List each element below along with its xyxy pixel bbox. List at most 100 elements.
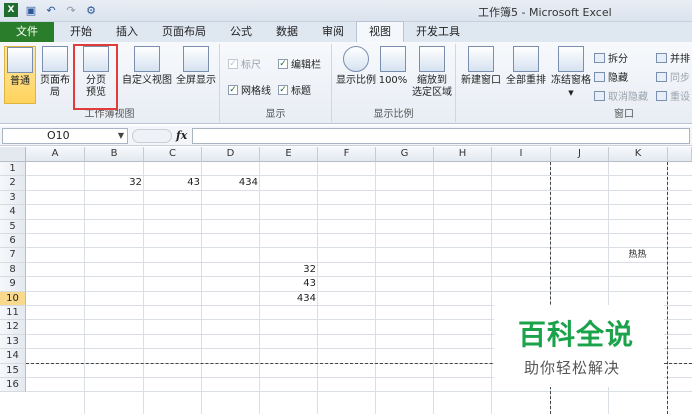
unhide-button[interactable]: 取消隐藏 <box>594 88 648 103</box>
zoom-selection-label-1: 缩放到 <box>417 75 447 86</box>
custom-views-label: 自定义视图 <box>122 75 172 86</box>
full-screen-label: 全屏显示 <box>176 75 216 86</box>
undo-icon[interactable]: ↶ <box>44 3 58 17</box>
cell-k7[interactable]: 热热 <box>609 248 668 262</box>
gridlines-checkbox[interactable]: ✓ 网格线 <box>228 82 271 97</box>
zoom-100-label: 100% <box>378 75 408 86</box>
ribbon: 普通 页面布局 分页 预览 自定义视图 全屏显示 工作簿视图 ✓ 标尺 ✓ 编辑… <box>0 42 692 124</box>
column-header-e[interactable]: E <box>260 147 318 162</box>
zoom-button[interactable]: 显示比例 <box>334 46 378 104</box>
column-header-h[interactable]: H <box>434 147 492 162</box>
row-header-4[interactable]: 4 <box>0 205 26 220</box>
row-header-8[interactable]: 8 <box>0 262 26 278</box>
zoom-to-selection-button[interactable]: 缩放到 选定区域 <box>410 46 454 104</box>
save-icon[interactable]: ▣ <box>24 3 38 17</box>
insert-function-icon[interactable]: fx <box>176 129 187 142</box>
row-header-11[interactable]: 11 <box>0 306 26 321</box>
excel-logo-icon[interactable]: X <box>4 3 18 17</box>
ruler-checkbox[interactable]: ✓ 标尺 <box>228 56 261 71</box>
split-label: 拆分 <box>608 54 628 65</box>
row-header-12[interactable]: 12 <box>0 320 26 335</box>
tab-review[interactable]: 审阅 <box>310 22 356 42</box>
row-header-10[interactable]: 10 <box>0 291 26 306</box>
split-button[interactable]: 拆分 <box>594 50 628 65</box>
gridline-horizontal <box>26 218 692 220</box>
gridline-horizontal <box>26 391 692 393</box>
zoom-label: 显示比例 <box>336 75 376 86</box>
tab-developer[interactable]: 开发工具 <box>404 22 472 42</box>
cell-e8[interactable]: 32 <box>260 263 318 277</box>
column-header-k[interactable]: K <box>609 147 668 162</box>
hide-label: 隐藏 <box>608 73 628 84</box>
unhide-label: 取消隐藏 <box>608 92 648 103</box>
magnifier-icon <box>343 46 369 72</box>
tab-page-layout[interactable]: 页面布局 <box>150 22 218 42</box>
row-header-14[interactable]: 14 <box>0 349 26 364</box>
row-header-15[interactable]: 15 <box>0 363 26 378</box>
formula-input[interactable] <box>192 128 690 144</box>
freeze-panes-button[interactable]: 冻结窗格 ▼ <box>550 46 592 104</box>
new-window-label: 新建窗口 <box>461 75 501 86</box>
row-header-9[interactable]: 9 <box>0 277 26 292</box>
row-header-6[interactable]: 6 <box>0 234 26 249</box>
sync-scroll-label: 同步 <box>670 73 690 84</box>
cell-e10[interactable]: 434 <box>260 292 318 306</box>
row-header-2[interactable]: 2 <box>0 176 26 191</box>
cell-b2[interactable]: 32 <box>85 176 144 190</box>
column-header-d[interactable]: D <box>202 147 260 162</box>
normal-view-button[interactable]: 普通 <box>4 46 36 104</box>
side-by-side-button[interactable]: 并排 <box>656 50 690 65</box>
custom-views-button[interactable]: 自定义视图 <box>120 46 174 104</box>
reset-position-button[interactable]: 重设 <box>656 88 690 103</box>
reset-position-label: 重设 <box>670 92 690 103</box>
column-header-i[interactable]: I <box>492 147 551 162</box>
cell-c2[interactable]: 43 <box>144 176 202 190</box>
zoom-group-label: 显示比例 <box>373 109 414 120</box>
row-header-16[interactable]: 16 <box>0 378 26 393</box>
gridline-horizontal <box>26 290 692 292</box>
row-header-5[interactable]: 5 <box>0 219 26 234</box>
column-header-f[interactable]: F <box>318 147 376 162</box>
column-header-c[interactable]: C <box>144 147 202 162</box>
column-header-b[interactable]: B <box>85 147 144 162</box>
tab-file[interactable]: 文件 <box>0 22 54 42</box>
row-header-13[interactable]: 13 <box>0 334 26 350</box>
column-header-j[interactable]: J <box>551 147 609 162</box>
split-icon <box>594 52 605 63</box>
zoom-100-button[interactable]: 100% <box>378 46 408 104</box>
formula-bar: O10 ▼ fx <box>0 126 692 146</box>
full-screen-icon <box>183 46 209 72</box>
column-header-g[interactable]: G <box>376 147 434 162</box>
column-header-a[interactable]: A <box>26 147 85 162</box>
arrange-all-button[interactable]: 全部重排 <box>504 46 548 104</box>
reset-position-icon <box>656 90 667 101</box>
tab-insert[interactable]: 插入 <box>104 22 150 42</box>
page-layout-view-button[interactable]: 页面布局 <box>38 46 72 104</box>
chevron-down-icon[interactable]: ▼ <box>118 129 124 143</box>
ruler-label: 标尺 <box>241 60 261 71</box>
cell-e9[interactable]: 43 <box>260 277 318 291</box>
row-header-1[interactable]: 1 <box>0 162 26 177</box>
tab-home[interactable]: 开始 <box>58 22 104 42</box>
sync-scroll-button[interactable]: 同步 <box>656 69 690 84</box>
unhide-icon <box>594 90 605 101</box>
tab-data[interactable]: 数据 <box>264 22 310 42</box>
hide-button[interactable]: 隐藏 <box>594 69 628 84</box>
row-header-3[interactable]: 3 <box>0 190 26 206</box>
formula-bar-divider[interactable] <box>132 129 172 143</box>
select-all-corner[interactable] <box>0 147 26 162</box>
name-box[interactable]: O10 ▼ <box>2 128 128 144</box>
redo-icon[interactable]: ↷ <box>64 3 78 17</box>
headings-label: 标题 <box>291 86 311 97</box>
headings-checkbox[interactable]: ✓ 标题 <box>278 82 311 97</box>
formula-bar-checkbox[interactable]: ✓ 编辑栏 <box>278 56 321 71</box>
tab-view[interactable]: 视图 <box>356 21 404 42</box>
tab-formulas[interactable]: 公式 <box>218 22 264 42</box>
customize-icon[interactable]: ⚙ <box>84 3 98 17</box>
full-screen-button[interactable]: 全屏显示 <box>174 46 218 104</box>
formula-bar-check-icon: ✓ <box>278 58 288 69</box>
cell-d2[interactable]: 434 <box>202 176 260 190</box>
row-header-7[interactable]: 7 <box>0 248 26 263</box>
group-show: ✓ 标尺 ✓ 编辑栏 ✓ 网格线 ✓ 标题 显示 <box>220 44 332 122</box>
new-window-button[interactable]: 新建窗口 <box>460 46 502 104</box>
